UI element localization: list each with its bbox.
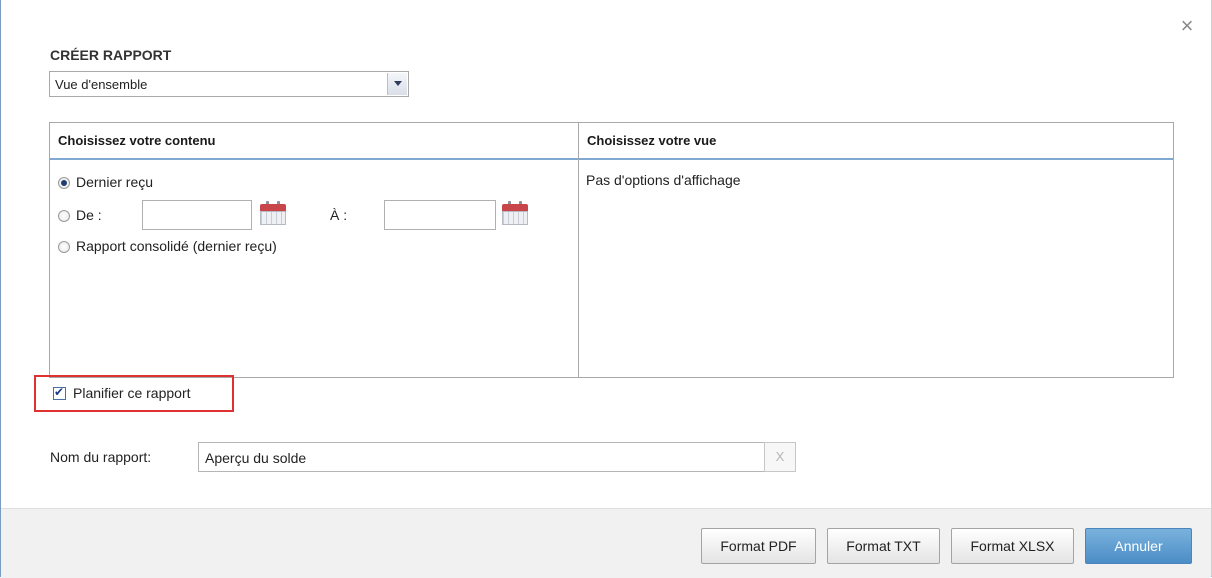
option-latest[interactable]: Dernier reçu <box>58 172 153 192</box>
format-txt-button[interactable]: Format TXT <box>827 528 940 564</box>
dialog-title: CRÉER RAPPORT <box>50 47 172 63</box>
radio-latest[interactable] <box>58 177 70 189</box>
report-name-input[interactable]: Aperçu du solde <box>198 442 765 472</box>
schedule-checkbox[interactable] <box>53 385 66 400</box>
schedule-label[interactable]: Planifier ce rapport <box>73 385 191 401</box>
content-panel-heading: Choisissez votre contenu <box>50 123 578 160</box>
calendar-icon[interactable] <box>502 201 528 225</box>
option-latest-label: Dernier reçu <box>76 174 154 190</box>
radio-consolidated[interactable] <box>58 241 70 253</box>
create-report-dialog: × CRÉER RAPPORT Vue d'ensemble Choisisse… <box>0 0 1212 578</box>
cancel-button[interactable]: Annuler <box>1085 528 1192 564</box>
report-type-value: Vue d'ensemble <box>55 77 148 92</box>
report-type-select[interactable]: Vue d'ensemble <box>49 71 409 97</box>
to-date-input[interactable] <box>384 200 496 230</box>
no-view-options-text: Pas d'options d'affichage <box>586 172 741 188</box>
view-panel: Choisissez votre vue Pas d'options d'aff… <box>578 122 1174 378</box>
calendar-icon[interactable] <box>260 201 286 225</box>
view-panel-heading: Choisissez votre vue <box>579 123 1173 160</box>
close-icon[interactable]: × <box>1177 15 1197 37</box>
format-pdf-button[interactable]: Format PDF <box>701 528 816 564</box>
clear-name-button[interactable]: X <box>764 442 796 472</box>
to-label: À : <box>330 207 348 223</box>
from-date-input[interactable] <box>142 200 252 230</box>
report-name-value: Aperçu du solde <box>205 450 307 466</box>
content-panel: Choisissez votre contenu Dernier reçu De… <box>49 122 579 378</box>
option-consolidated-label: Rapport consolidé (dernier reçu) <box>76 238 277 254</box>
radio-from[interactable] <box>58 210 70 222</box>
format-xlsx-button[interactable]: Format XLSX <box>951 528 1074 564</box>
option-from[interactable]: De : <box>58 205 102 225</box>
option-consolidated[interactable]: Rapport consolidé (dernier reçu) <box>58 236 277 256</box>
report-name-label: Nom du rapport: <box>50 449 152 465</box>
option-from-label: De : <box>76 207 102 223</box>
chevron-down-icon[interactable] <box>387 73 407 95</box>
